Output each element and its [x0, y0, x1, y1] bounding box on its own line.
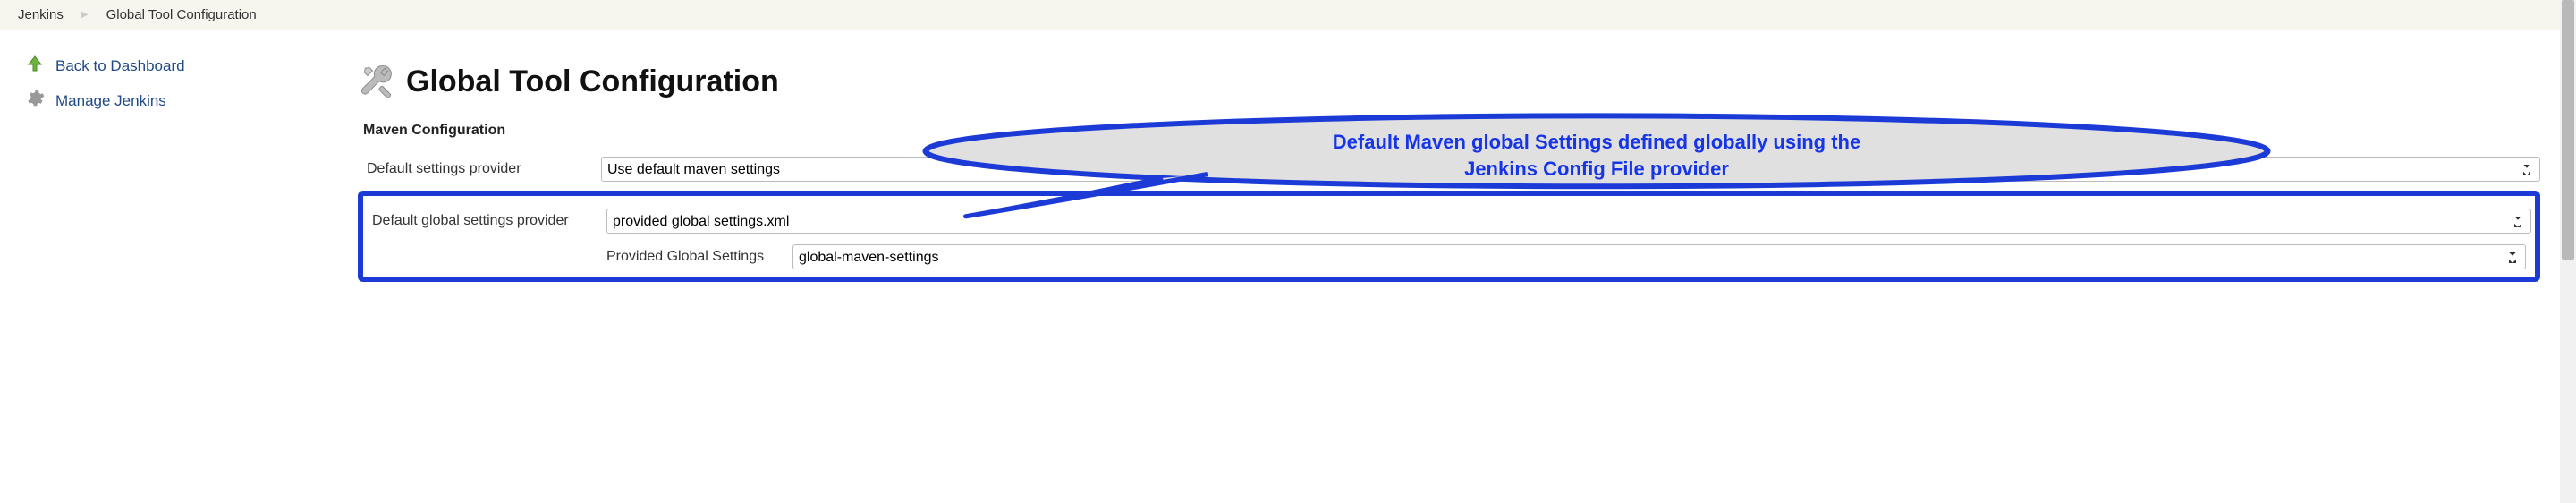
label-default-global: Default global settings provider [372, 213, 597, 229]
scrollbar-thumb[interactable] [2562, 0, 2574, 260]
select-default-settings[interactable]: Use default maven settings [601, 157, 2540, 182]
form-row-default-settings: Default settings provider Use default ma… [358, 151, 2540, 187]
up-arrow-icon [25, 54, 45, 78]
vertical-scrollbar[interactable] [2560, 0, 2576, 503]
label-default-settings: Default settings provider [367, 161, 592, 177]
sidebar-item-label: Manage Jenkins [55, 92, 166, 110]
breadcrumb-root[interactable]: Jenkins [18, 7, 64, 22]
chevron-right-icon: ▶ [81, 10, 89, 20]
form-row-provided-global: Provided Global Settings global-maven-se… [363, 239, 2531, 269]
gear-icon [25, 89, 45, 113]
sidebar-item-label: Back to Dashboard [55, 57, 185, 75]
page-title: Global Tool Configuration [406, 64, 779, 99]
select-default-global[interactable]: provided global settings.xml [606, 209, 2531, 234]
breadcrumb: Jenkins ▶ Global Tool Configuration [0, 0, 2576, 30]
section-title-maven: Maven Configuration [363, 123, 2540, 139]
sidebar: Back to Dashboard Manage Jenkins [0, 30, 340, 291]
select-provided-global[interactable]: global-maven-settings [792, 244, 2526, 269]
label-provided-global: Provided Global Settings [606, 249, 784, 265]
main-content: Global Tool Configuration Default Maven … [340, 30, 2576, 291]
sidebar-item-manage[interactable]: Manage Jenkins [25, 83, 331, 118]
tools-icon [358, 61, 397, 103]
form-row-default-global: Default global settings provider provide… [363, 203, 2531, 239]
breadcrumb-current: Global Tool Configuration [106, 7, 257, 22]
sidebar-item-back[interactable]: Back to Dashboard [25, 48, 331, 83]
highlighted-global-settings: Default global settings provider provide… [358, 191, 2540, 282]
